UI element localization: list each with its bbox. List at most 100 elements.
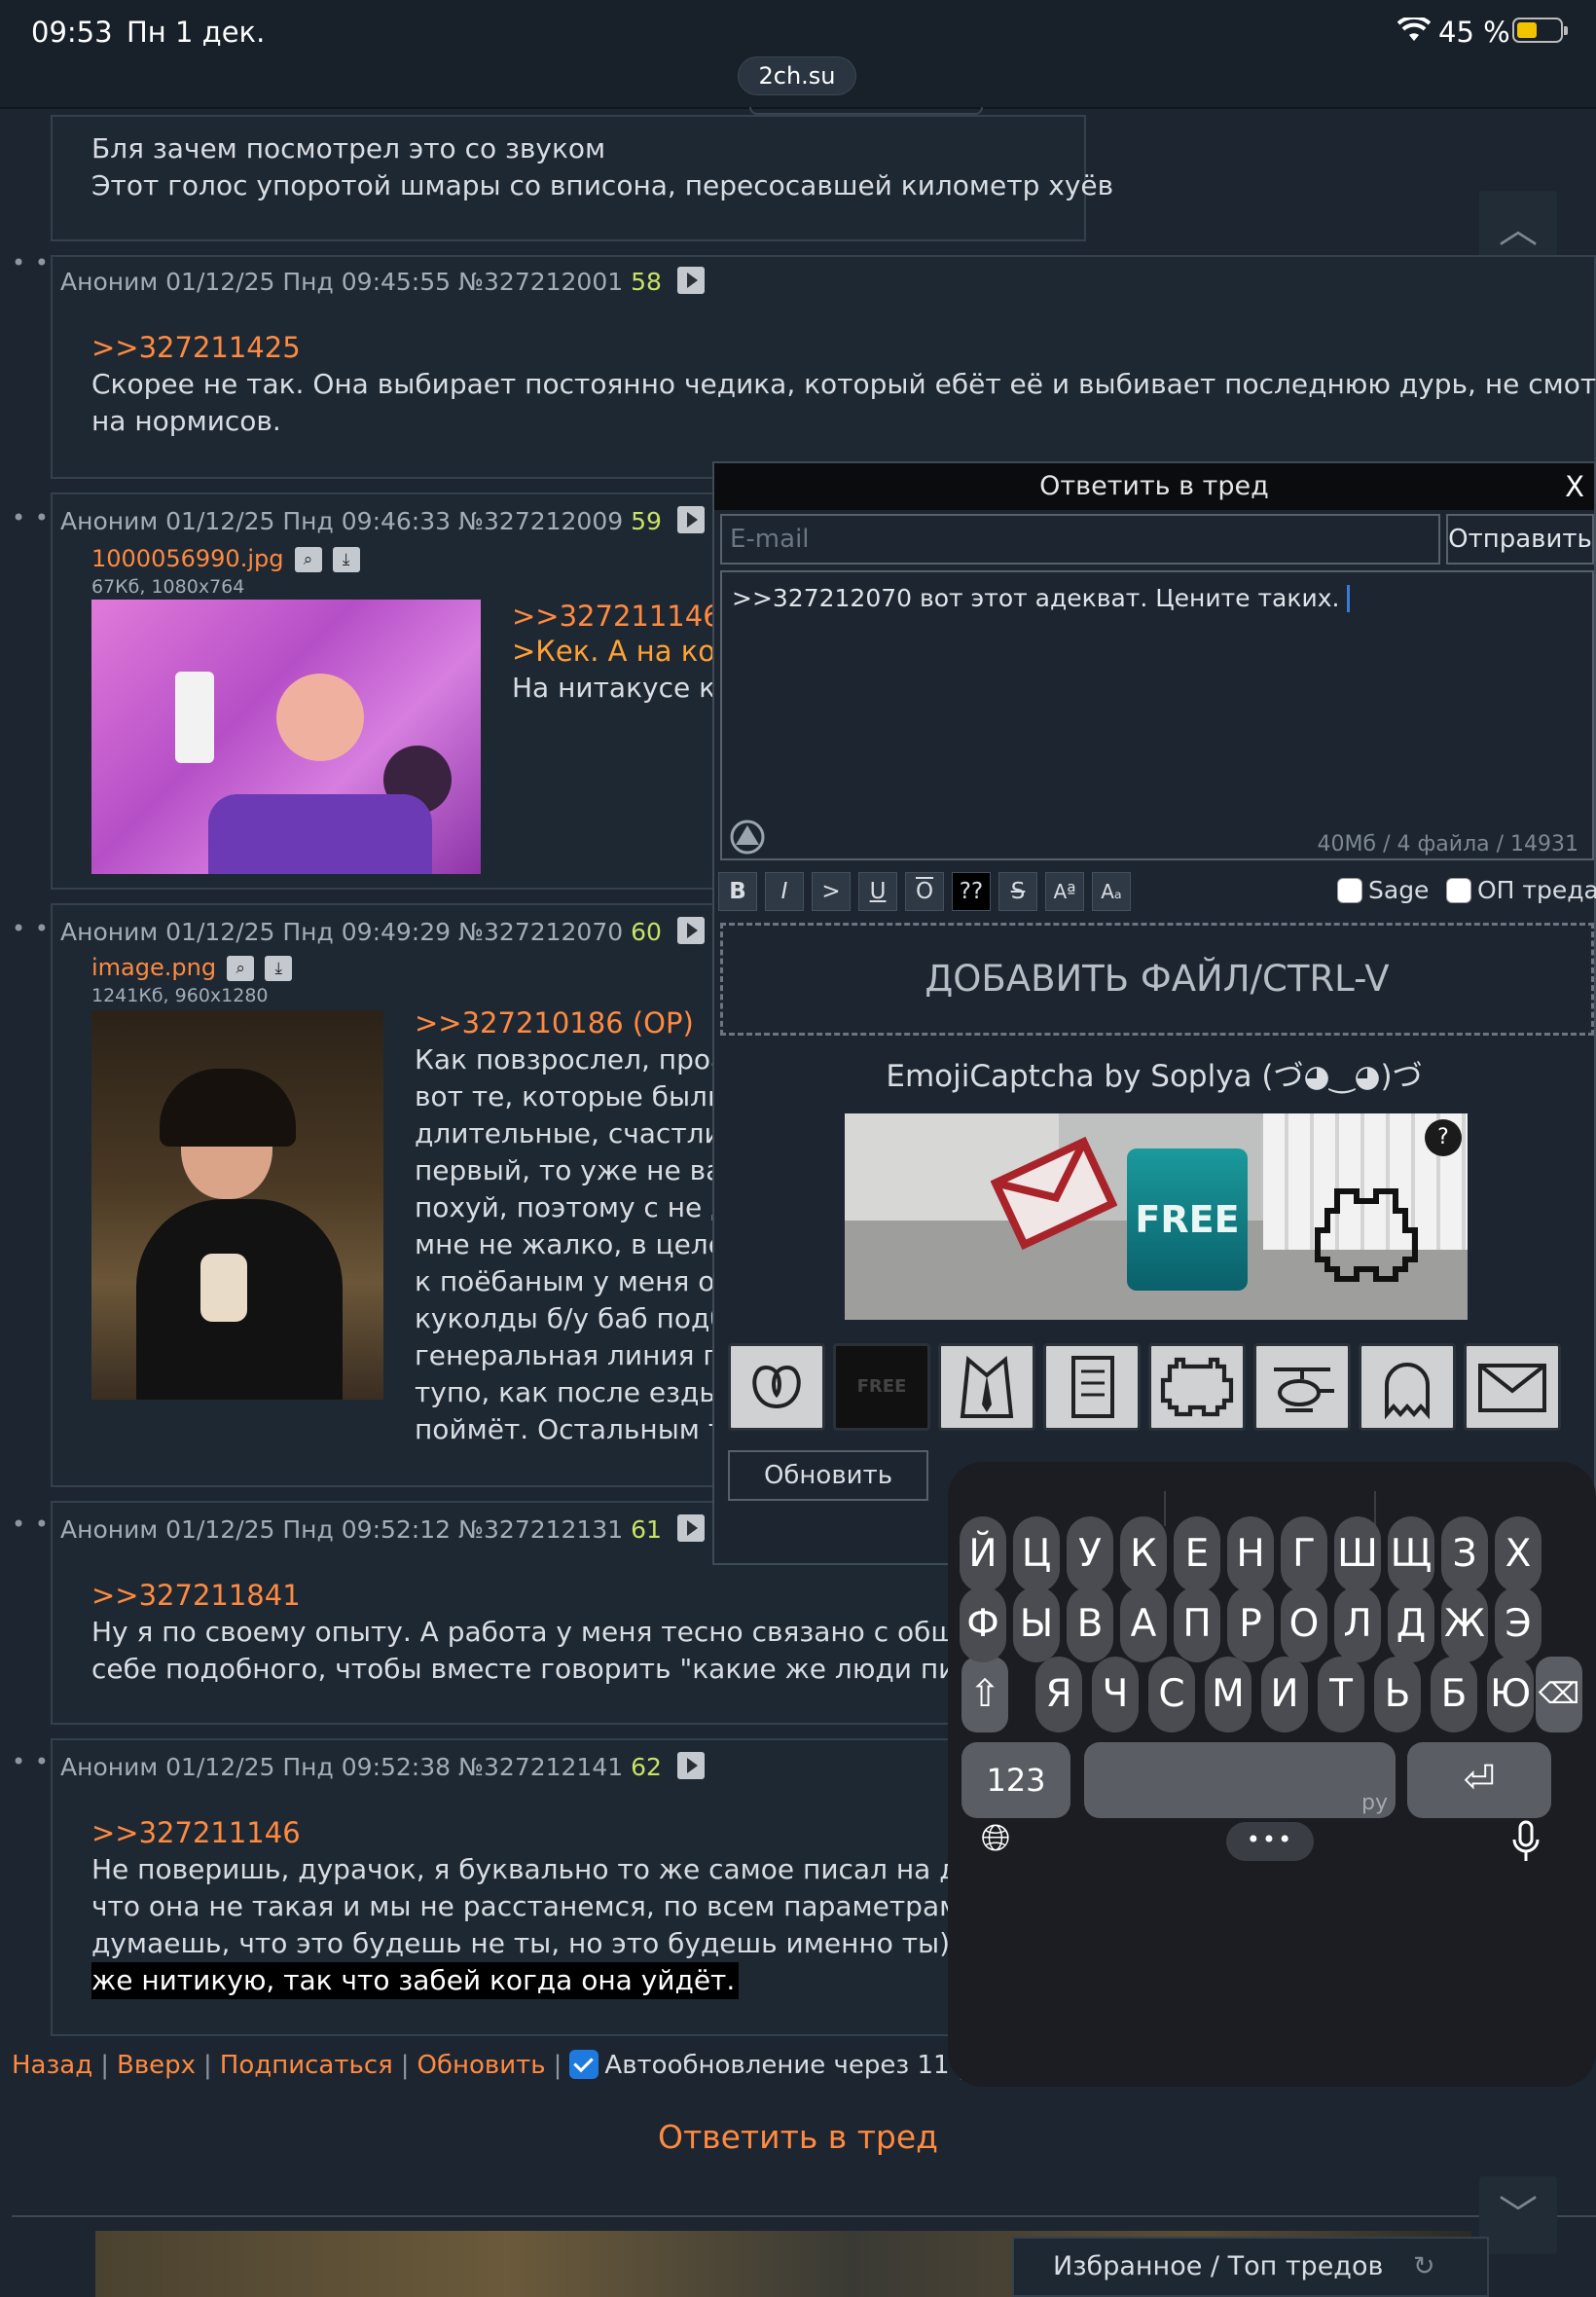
reply-link[interactable]: >>327211425 <box>91 331 301 364</box>
close-button[interactable]: X <box>1565 463 1584 510</box>
reply-link[interactable]: >>327211146 <box>512 600 721 633</box>
notebook-icon[interactable] <box>1043 1343 1141 1431</box>
search-icon[interactable]: ⌕ <box>294 547 322 572</box>
subscribe-link[interactable]: Подписаться <box>220 2051 393 2080</box>
back-link[interactable]: Назад <box>12 2051 92 2080</box>
key-2[interactable]: В <box>1067 1586 1113 1662</box>
post-id[interactable]: №327212009 <box>458 507 623 535</box>
key-8[interactable]: Д <box>1388 1586 1434 1662</box>
post-id[interactable]: №327212131 <box>458 1515 623 1544</box>
subscript-button[interactable]: Aₐ <box>1092 872 1131 911</box>
key-5[interactable]: Т <box>1318 1657 1364 1732</box>
key-3[interactable]: М <box>1205 1657 1251 1732</box>
globe-icon[interactable]: 🌐︎ <box>981 1816 1010 1860</box>
backspace-key[interactable]: ⌫ <box>1536 1657 1582 1732</box>
download-icon[interactable]: ⤓ <box>332 547 360 572</box>
reply-thread-link[interactable]: Ответить в тред <box>0 2118 1596 2156</box>
key-9[interactable]: З <box>1441 1516 1488 1592</box>
play-icon[interactable] <box>676 1514 705 1542</box>
url-bar[interactable]: 2ch.su <box>738 56 856 95</box>
bold-button[interactable]: B <box>718 872 757 911</box>
helicopter-icon[interactable] <box>1253 1343 1351 1431</box>
key-0[interactable]: Й <box>960 1516 1006 1592</box>
play-icon[interactable] <box>676 917 705 944</box>
strike-button[interactable]: S <box>998 872 1037 911</box>
free-icon[interactable]: FREE <box>833 1343 930 1431</box>
key-6[interactable]: О <box>1281 1586 1327 1662</box>
sail-icon[interactable] <box>728 820 767 855</box>
search-icon[interactable]: ⌕ <box>227 956 255 981</box>
key-3[interactable]: А <box>1120 1586 1167 1662</box>
play-icon[interactable] <box>676 267 705 294</box>
key-6[interactable]: Ь <box>1374 1657 1421 1732</box>
refresh-link[interactable]: Обновить <box>417 2051 546 2080</box>
op-checkbox[interactable]: ОП треда <box>1446 876 1596 904</box>
key-9[interactable]: Ж <box>1441 1586 1488 1662</box>
email-field[interactable] <box>720 514 1440 565</box>
microphone-icon[interactable] <box>1510 1820 1542 1863</box>
key-10[interactable]: Х <box>1495 1516 1542 1592</box>
key-5[interactable]: Н <box>1227 1516 1274 1592</box>
key-0[interactable]: Ф <box>960 1586 1006 1662</box>
scroll-down-button[interactable]: ﹀ <box>1479 2176 1557 2254</box>
up-link[interactable]: Вверх <box>117 2051 196 2080</box>
more-icon[interactable]: ••• <box>1226 1822 1314 1861</box>
shift-key[interactable]: ⇧ <box>961 1657 1008 1732</box>
spoiler-button[interactable]: ?? <box>952 872 991 911</box>
file-name[interactable]: 1000056990.jpg <box>91 545 283 572</box>
key-4[interactable]: И <box>1261 1657 1308 1732</box>
key-10[interactable]: Э <box>1495 1586 1542 1662</box>
return-key[interactable]: ⏎ <box>1407 1742 1551 1818</box>
envelope-icon[interactable] <box>1464 1343 1561 1431</box>
space-key[interactable]: ру <box>1084 1742 1396 1818</box>
favorites-bar[interactable]: Избранное / Топ тредов ↻ <box>1012 2237 1489 2297</box>
captcha-refresh-button[interactable]: Обновить <box>728 1450 928 1501</box>
post-image[interactable] <box>91 600 481 874</box>
italic-button[interactable]: I <box>765 872 804 911</box>
key-8[interactable]: Ю <box>1487 1657 1534 1732</box>
key-1[interactable]: Ч <box>1092 1657 1139 1732</box>
key-2[interactable]: С <box>1148 1657 1195 1732</box>
key-2[interactable]: У <box>1067 1516 1113 1592</box>
post-id[interactable]: №327212001 <box>458 268 623 296</box>
reply-form-title[interactable]: Ответить в тред <box>714 463 1594 510</box>
numbers-key[interactable]: 123 <box>961 1742 1070 1818</box>
post-image[interactable] <box>91 1010 383 1400</box>
download-icon[interactable]: ⤓ <box>265 956 293 981</box>
post-id[interactable]: №327212141 <box>458 1753 623 1781</box>
invader-icon[interactable] <box>1148 1343 1246 1431</box>
key-7[interactable]: Л <box>1334 1586 1381 1662</box>
key-7[interactable]: Б <box>1431 1657 1477 1732</box>
key-5[interactable]: Р <box>1227 1586 1274 1662</box>
key-6[interactable]: Г <box>1281 1516 1327 1592</box>
play-icon[interactable] <box>676 506 705 533</box>
key-1[interactable]: Ы <box>1013 1586 1060 1662</box>
add-file-dropzone[interactable]: ДОБАВИТЬ ФАЙЛ/CTRL-V <box>720 923 1594 1036</box>
pretzel-icon[interactable] <box>728 1343 825 1431</box>
key-4[interactable]: П <box>1174 1586 1220 1662</box>
overline-button[interactable]: O <box>905 872 944 911</box>
reply-link[interactable]: >>327211146 <box>91 1816 301 1849</box>
underline-button[interactable]: U <box>858 872 897 911</box>
reply-link[interactable]: >>327211841 <box>91 1579 301 1612</box>
superscript-button[interactable]: Aª <box>1045 872 1084 911</box>
key-0[interactable]: Я <box>1035 1657 1082 1732</box>
key-8[interactable]: Щ <box>1388 1516 1434 1592</box>
play-icon[interactable] <box>676 1752 705 1779</box>
key-1[interactable]: Ц <box>1013 1516 1060 1592</box>
suit-icon[interactable] <box>938 1343 1035 1431</box>
key-4[interactable]: Е <box>1174 1516 1220 1592</box>
captcha-help-button[interactable]: ? <box>1425 1119 1462 1156</box>
key-7[interactable]: Ш <box>1334 1516 1381 1592</box>
sage-checkbox[interactable]: Sage <box>1337 876 1429 904</box>
file-name[interactable]: image.png <box>91 954 216 981</box>
post-id[interactable]: №327212070 <box>458 918 623 946</box>
comment-textarea[interactable]: >>327212070 вот этот адекват. Цените так… <box>720 570 1594 860</box>
refresh-icon[interactable]: ↻ <box>1413 2251 1435 2281</box>
quote-button[interactable]: > <box>812 872 851 911</box>
reply-link[interactable]: >>327210186 (OP) <box>415 1006 694 1039</box>
ghost-icon[interactable] <box>1359 1343 1456 1431</box>
key-3[interactable]: К <box>1120 1516 1167 1592</box>
auto-update-checkbox[interactable] <box>569 2050 599 2079</box>
send-button[interactable]: Отправить <box>1446 514 1594 565</box>
